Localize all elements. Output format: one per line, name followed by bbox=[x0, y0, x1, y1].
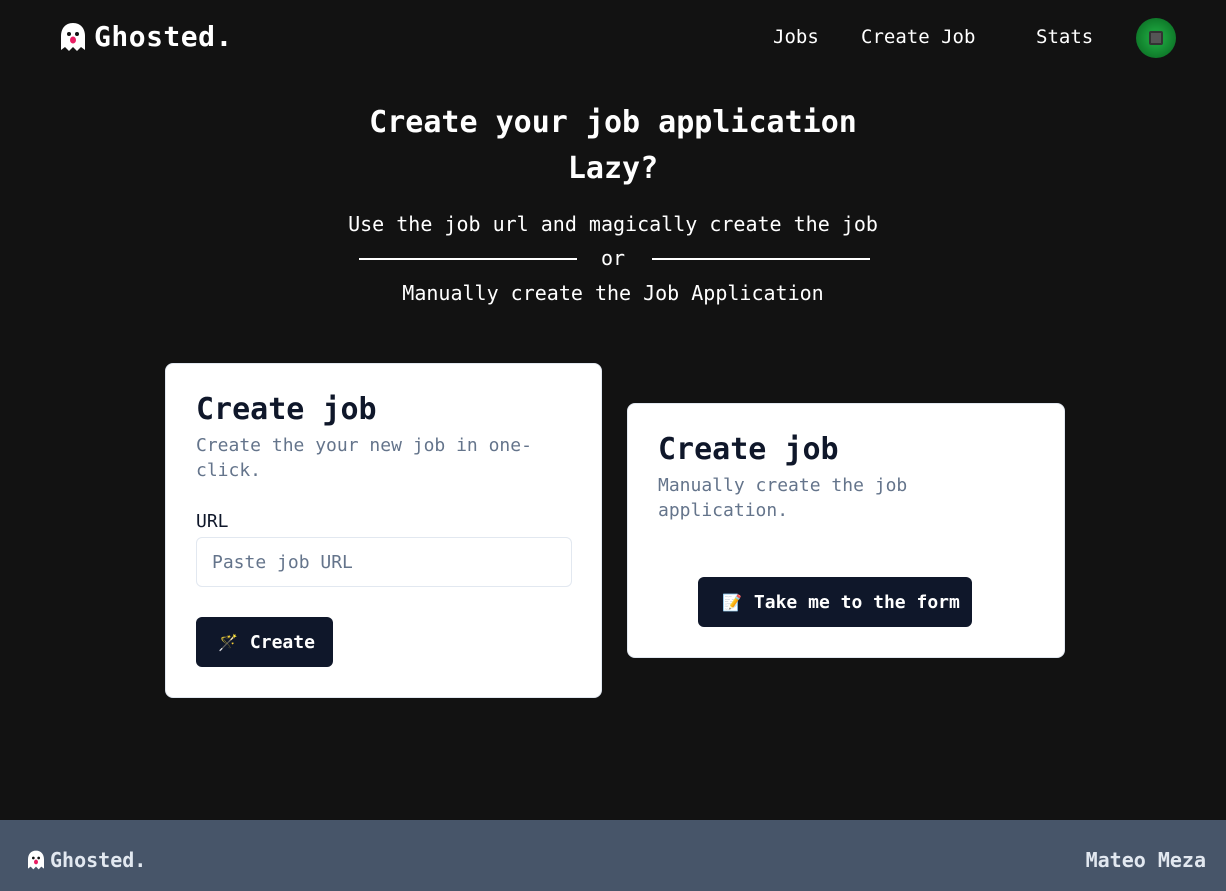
footer-brand-name: Ghosted. bbox=[50, 848, 147, 872]
memo-icon: 📝 bbox=[722, 592, 742, 612]
url-create-card: Create job Create the your new job in on… bbox=[165, 363, 602, 698]
ghost-icon bbox=[28, 850, 44, 870]
url-label: URL bbox=[196, 511, 229, 532]
create-button[interactable]: 🪄 Create bbox=[196, 617, 333, 667]
footer-brand[interactable]: Ghosted. bbox=[26, 848, 146, 872]
manual-method-description: Manually create the Job Application bbox=[402, 281, 824, 305]
nav-links: Jobs Create Job Stats bbox=[0, 26, 1226, 52]
manual-create-card: Create job Manually create the job appli… bbox=[627, 403, 1065, 658]
nav-link-create-job[interactable]: Create Job bbox=[861, 26, 975, 48]
footer: Ghosted. Mateo Meza bbox=[0, 820, 1226, 891]
nav-link-stats[interactable]: Stats bbox=[1036, 26, 1093, 48]
go-to-form-button-label: Take me to the form bbox=[753, 591, 960, 613]
go-to-form-button[interactable]: 📝 Take me to the form bbox=[698, 577, 972, 627]
manual-card-description: Manually create the job application. bbox=[658, 475, 908, 521]
url-method-description: Use the job url and magically create the… bbox=[348, 212, 878, 236]
job-url-input[interactable] bbox=[196, 537, 572, 587]
url-card-description: Create the your new job in one-click. bbox=[196, 435, 532, 481]
nav-link-jobs[interactable]: Jobs bbox=[773, 26, 819, 48]
divider-line-right bbox=[652, 258, 870, 260]
hero-section: Create your job application Lazy? Use th… bbox=[0, 100, 1226, 310]
create-button-label: Create bbox=[249, 631, 315, 653]
or-divider: or bbox=[0, 240, 1226, 276]
page-title: Create your job application bbox=[369, 105, 857, 140]
footer-author: Mateo Meza bbox=[1085, 848, 1206, 872]
magic-wand-icon: 🪄 bbox=[218, 632, 238, 652]
page-subtitle: Lazy? bbox=[567, 151, 659, 186]
manual-card-title: Create job bbox=[658, 432, 839, 467]
or-text: or bbox=[600, 246, 626, 270]
chip-icon bbox=[1149, 31, 1163, 45]
navbar: Ghosted. Jobs Create Job Stats bbox=[0, 0, 1226, 78]
url-card-title: Create job bbox=[196, 392, 377, 427]
user-avatar[interactable] bbox=[1136, 18, 1176, 58]
